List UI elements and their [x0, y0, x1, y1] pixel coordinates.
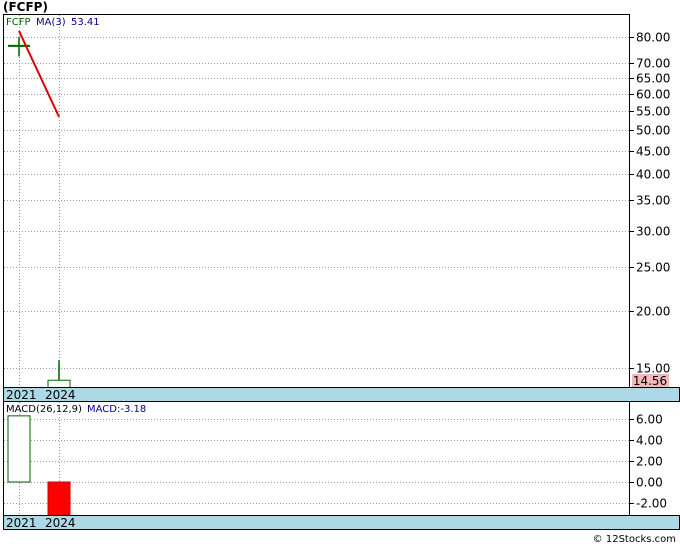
- macd-axis: 6.00 4.00 2.00 0.00 -2.00: [629, 413, 667, 511]
- ticker-label: FCFP: [6, 17, 31, 28]
- price-tick-label: 55.00: [636, 105, 670, 119]
- price-tick-label: 70.00: [636, 57, 670, 71]
- date-label-2021-upper: 2021: [6, 388, 37, 402]
- price-tick-label: 80.00: [636, 31, 670, 45]
- price-tick-label: 35.00: [636, 194, 670, 208]
- macd-bar: [7, 415, 31, 483]
- price-axis: 80.00 70.0065.00 60.00 55.00 50.00 45.00 40.00…: [629, 31, 670, 376]
- macd-label: MACD(26,12,9): [6, 404, 82, 415]
- ma-value: 53.41: [71, 17, 100, 28]
- date-label-2021-lower: 2021: [6, 516, 37, 530]
- price-tick-label: 25.00: [636, 261, 670, 275]
- price-tick-label: 45.00: [636, 145, 670, 159]
- credit: © 12Stocks.com: [592, 534, 676, 545]
- macd-tick-label: -2.00: [636, 497, 667, 511]
- price-tick-label: 50.00: [636, 124, 670, 138]
- price-tick-label: 30.00: [636, 225, 670, 239]
- macd-panel-frame: [3, 401, 630, 516]
- date-label-2024-upper: 2024: [45, 388, 76, 402]
- macd-tick-label: 0.00: [636, 476, 663, 490]
- date-label-2024-lower: 2024: [45, 516, 76, 530]
- price-tick-label: 40.00: [636, 168, 670, 182]
- macd-tick-label: 6.00: [636, 413, 663, 427]
- price-tick-label: 65.00: [636, 72, 670, 86]
- date-axis-upper: [3, 387, 680, 402]
- macd-tick-label: 2.00: [636, 455, 663, 469]
- last-price-label: 14.56: [633, 374, 667, 388]
- macd-bar: [47, 481, 71, 516]
- macd-value: MACD:-3.18: [87, 404, 146, 415]
- stock-chart: 80.00 70.0065.00 60.00 55.00 50.00 45.00 40.00…: [3, 14, 680, 530]
- price-tick-label: 60.00: [636, 88, 670, 102]
- price-tick-label: 20.00: [636, 305, 670, 319]
- date-axis-lower: [3, 515, 680, 530]
- ma-label: MA(3): [36, 17, 66, 28]
- macd-tick-label: 4.00: [636, 434, 663, 448]
